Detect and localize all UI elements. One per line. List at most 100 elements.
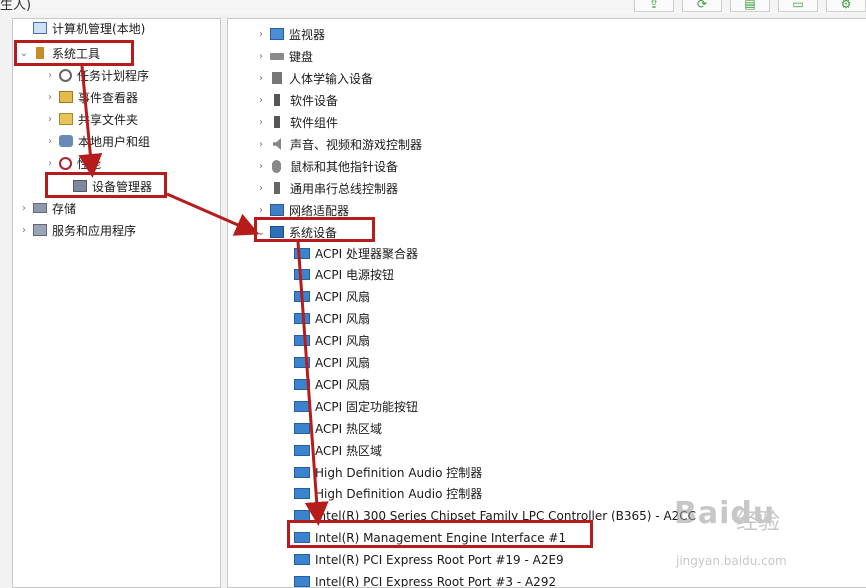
system-device-item[interactable]: Intel(R) PCI Express Root Port #3 - A292	[278, 572, 556, 587]
tree-item-label: ACPI 风扇	[315, 312, 370, 327]
nav-item-3[interactable]: › 事件查看器	[43, 87, 138, 107]
system-device-item[interactable]: ACPI 热区域	[278, 418, 382, 438]
expand-chevron-icon[interactable]: ›	[254, 117, 268, 128]
system-device-item[interactable]: ACPI 热区域	[278, 440, 382, 460]
tree-item-label: 共享文件夹	[78, 112, 139, 127]
tree-item-label: ACPI 固定功能按钮	[315, 399, 418, 414]
tree-item-label: 计算机管理(本地)	[52, 21, 146, 36]
tree-item-label: 系统工具	[52, 46, 101, 61]
system-device-item[interactable]: ACPI 风扇	[278, 331, 370, 351]
system-device-item[interactable]: ACPI 风扇	[278, 374, 370, 394]
expand-chevron-icon[interactable]: ›	[254, 73, 268, 84]
monitor-icon	[270, 28, 284, 40]
system-device-item[interactable]: Intel(R) 300 Series Chipset Family LPC C…	[278, 506, 696, 526]
device-category-4[interactable]: › 软件组件	[254, 112, 338, 132]
system-device-item[interactable]: ACPI 固定功能按钮	[278, 396, 418, 416]
settings-button[interactable]: ⚙	[826, 0, 866, 12]
expand-chevron-icon[interactable]: ›	[43, 114, 57, 125]
system-device-item[interactable]: Intel(R) PCI Express Root Port #19 - A2E…	[278, 550, 564, 570]
tree-item-label: 存储	[52, 201, 77, 216]
device-category-3[interactable]: › 软件设备	[254, 90, 338, 110]
expand-chevron-icon[interactable]: ⌄	[17, 48, 31, 59]
nav-item-1[interactable]: ⌄ 系统工具	[17, 43, 100, 63]
expand-chevron-icon[interactable]: ›	[43, 92, 57, 103]
nav-item-4[interactable]: › 共享文件夹	[43, 109, 138, 129]
expand-chevron-icon[interactable]: ›	[254, 95, 268, 106]
system-device-item[interactable]: High Definition Audio 控制器	[278, 462, 482, 482]
device-icon	[294, 313, 310, 325]
device-icon	[294, 400, 310, 412]
device-icon	[294, 554, 310, 566]
device-category-8[interactable]: › 网络适配器	[254, 200, 349, 220]
nav-item-6[interactable]: › 性能	[43, 153, 101, 173]
computer-icon	[33, 22, 47, 34]
expand-chevron-icon[interactable]: ›	[254, 205, 268, 216]
expand-chevron-icon[interactable]: ›	[254, 139, 268, 150]
tree-item-label: 性能	[77, 156, 102, 171]
tree-item-label: ACPI 热区域	[315, 421, 382, 436]
device-category-9[interactable]: ⌄ 系统设备	[254, 222, 337, 242]
nav-item-2[interactable]: › 任务计划程序	[43, 65, 149, 85]
tools-icon	[36, 47, 44, 59]
tree-item-label: Intel(R) Management Engine Interface #1	[315, 530, 567, 545]
tree-item-label: ACPI 风扇	[315, 334, 370, 349]
system-device-item[interactable]: ACPI 处理器聚合器	[278, 243, 418, 263]
device-icon	[294, 357, 310, 368]
expand-chevron-icon[interactable]: ›	[43, 70, 57, 81]
device-category-2[interactable]: › 人体学输入设备	[254, 68, 373, 88]
system-device-item[interactable]: Intel(R) Management Engine Interface #1	[278, 528, 566, 548]
device-category-0[interactable]: › 监视器	[254, 24, 325, 44]
system-device-item[interactable]: ACPI 电源按钮	[278, 265, 394, 285]
device-category-5[interactable]: › 声音、视频和游戏控制器	[254, 134, 422, 154]
software-component-icon	[274, 116, 280, 128]
top-caption: 生人)	[0, 0, 32, 13]
expand-chevron-icon[interactable]: ›	[43, 136, 57, 147]
refresh-icon: ⟳	[696, 0, 708, 11]
nav-item-9[interactable]: › 服务和应用程序	[17, 220, 136, 240]
storage-icon	[33, 203, 47, 213]
device-icon	[294, 291, 310, 303]
device-icon	[294, 378, 310, 390]
tree-item-label: 设备管理器	[92, 179, 153, 194]
expand-chevron-icon[interactable]: ›	[43, 158, 57, 169]
system-device-item[interactable]: ACPI 风扇	[278, 287, 370, 307]
tree-item-label: ACPI 风扇	[315, 290, 370, 305]
device-category-7[interactable]: › 通用串行总线控制器	[254, 178, 398, 198]
tree-item-label: 系统设备	[289, 225, 338, 240]
refresh-button[interactable]: ⟳	[682, 0, 722, 12]
tree-item-label: 本地用户和组	[78, 134, 151, 149]
system-device-item[interactable]: High Definition Audio 控制器	[278, 484, 482, 504]
expand-chevron-icon[interactable]: ›	[254, 161, 268, 172]
mouse-icon	[272, 159, 281, 173]
device-icon	[294, 532, 310, 544]
nav-item-8[interactable]: › 存储	[17, 198, 76, 218]
device-icon	[294, 422, 310, 434]
expand-chevron-icon[interactable]: ›	[17, 203, 31, 214]
export-icon: ⇪	[648, 0, 660, 11]
help-icon: ▭	[792, 0, 804, 11]
expand-chevron-icon[interactable]: ›	[254, 183, 268, 194]
nav-item-7[interactable]: 设备管理器	[57, 176, 152, 196]
device-icon	[294, 576, 310, 587]
shared-folder-icon	[59, 113, 73, 125]
expand-chevron-icon[interactable]: ›	[17, 225, 31, 236]
tree-item-label: 事件查看器	[78, 90, 139, 105]
expand-chevron-icon[interactable]: ›	[254, 29, 268, 40]
expand-chevron-icon[interactable]: ›	[254, 51, 268, 62]
system-device-item[interactable]: ACPI 风扇	[278, 353, 370, 373]
help-button[interactable]: ▭	[778, 0, 818, 12]
export-button[interactable]: ⇪	[634, 0, 674, 12]
nav-item-0[interactable]: 计算机管理(本地)	[17, 19, 146, 38]
device-icon	[294, 488, 310, 500]
settings-icon: ⚙	[840, 0, 852, 11]
nav-item-5[interactable]: › 本地用户和组	[43, 131, 150, 151]
device-category-1[interactable]: › 键盘	[254, 46, 313, 66]
expand-chevron-icon[interactable]: ⌄	[254, 227, 268, 238]
tree-item-label: 网络适配器	[289, 203, 350, 218]
device-category-6[interactable]: › 鼠标和其他指针设备	[254, 156, 398, 176]
system-device-item[interactable]: ACPI 风扇	[278, 309, 370, 329]
device-icon	[294, 247, 310, 259]
properties-button[interactable]: ▤	[730, 0, 770, 12]
tree-item-label: ACPI 风扇	[315, 377, 370, 392]
tree-item-label: ACPI 风扇	[315, 356, 370, 370]
